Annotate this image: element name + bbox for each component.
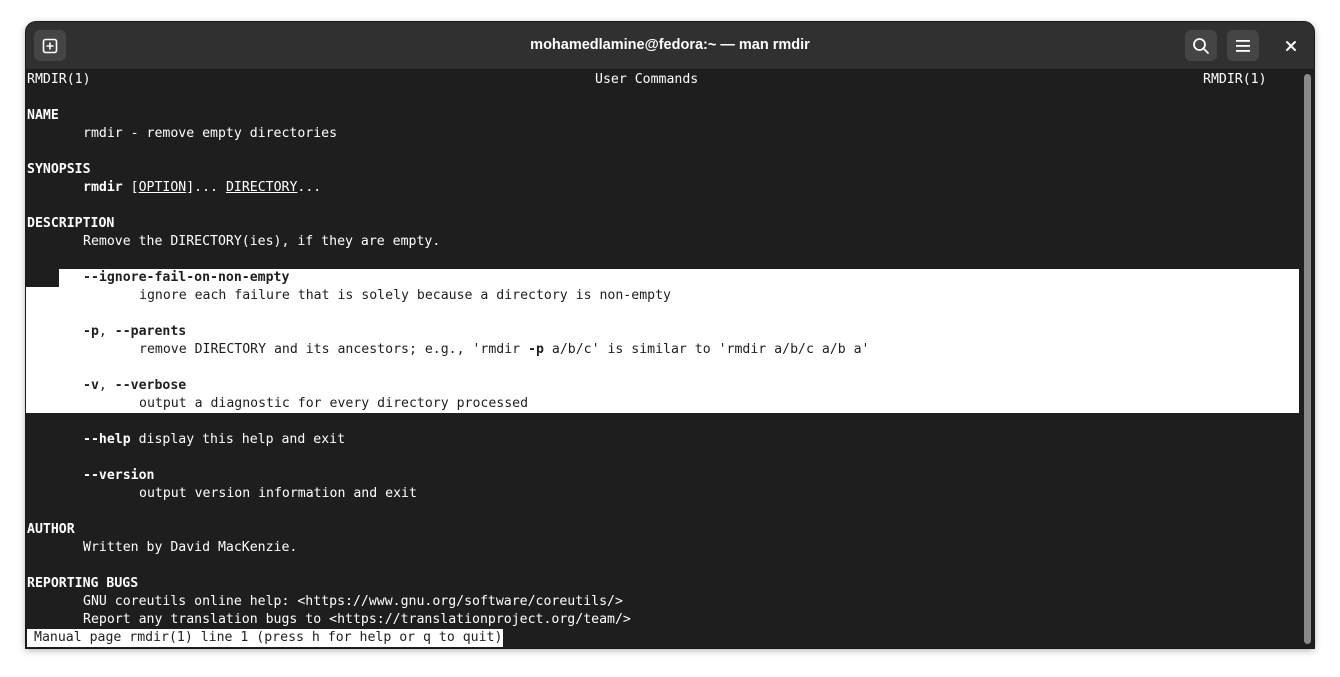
section-description-heading: DESCRIPTION [27,216,115,231]
option-verbose-desc: output a diagnostic for every directory … [139,396,529,411]
search-icon [1193,37,1209,54]
search-button[interactable] [1185,30,1217,61]
man-header-right: RMDIR(1) [1203,72,1267,87]
hamburger-menu-icon [1236,39,1250,52]
section-author-heading: AUTHOR [27,522,75,537]
option-ignore-fail: --ignore-fail-on-non-empty [83,270,290,285]
bugs-line-2: Report any translation bugs to <https://… [83,612,631,627]
main-menu-button[interactable] [1227,30,1259,61]
close-icon [1286,40,1296,51]
synopsis-command: rmdir [83,180,123,195]
synopsis-directory: DIRECTORY [225,180,298,195]
man-header-center: User Commands [595,72,699,87]
close-button[interactable] [1275,30,1307,61]
terminal-window: mohamedlamine@fedora:~ — man rmdir RMDIR [26,22,1314,648]
name-text: rmdir - remove empty directories [83,126,338,141]
option-parents: -p, --parents [83,324,187,339]
option-verbose: -v, --verbose [83,378,187,393]
bugs-line-1: GNU coreutils online help: <https://www.… [83,594,623,609]
section-reporting-bugs-heading: REPORTING BUGS [27,576,139,591]
scrollbar-thumb[interactable] [1304,74,1311,644]
section-synopsis-heading: SYNOPSIS [27,162,91,177]
synopsis-line: rmdir [OPTION]... DIRECTORY... [83,180,322,195]
option-help: --help display this help and exit [83,432,346,447]
description-text: Remove the DIRECTORY(ies), if they are e… [83,234,441,249]
option-ignore-fail-desc: ignore each failure that is solely becau… [139,288,671,303]
terminal-output[interactable]: RMDIR(1) User Commands RMDIR(1) NAME rmd… [26,70,1300,648]
man-header-left: RMDIR(1) [27,72,91,87]
selection-start-gap [26,269,59,287]
option-version: --version [83,468,155,483]
window-title: mohamedlamine@fedora:~ — man rmdir [530,37,810,53]
author-text: Written by David MacKenzie. [83,540,298,555]
synopsis-option: OPTION [138,180,187,195]
header-bar: mohamedlamine@fedora:~ — man rmdir [26,22,1314,70]
scrollbar[interactable] [1300,70,1314,648]
option-version-desc: output version information and exit [139,486,417,501]
pager-status-line: Manual page rmdir(1) line 1 (press h for… [27,629,504,647]
section-name-heading: NAME [27,108,59,123]
option-parents-desc: remove DIRECTORY and its ancestors; e.g.… [139,342,870,357]
